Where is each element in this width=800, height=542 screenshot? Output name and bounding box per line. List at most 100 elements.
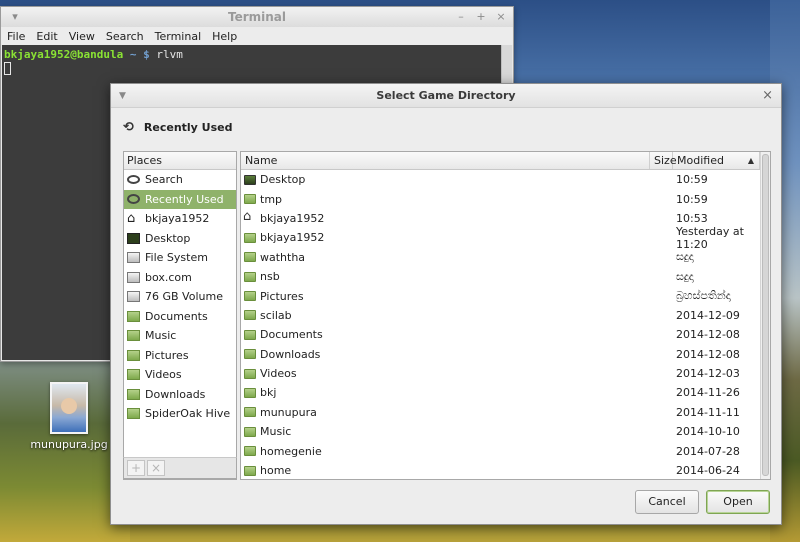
sidebar-item-music[interactable]: Music (124, 326, 236, 346)
menu-edit[interactable]: Edit (36, 30, 57, 43)
menu-view[interactable]: View (69, 30, 95, 43)
file-name-cell: Videos (241, 367, 672, 380)
sidebar-item-downloads[interactable]: Downloads (124, 385, 236, 405)
file-name: Videos (260, 367, 297, 381)
file-row[interactable]: bkj 2014-11-26 (241, 383, 770, 402)
file-row[interactable]: homegenie 2014-07-28 (241, 441, 770, 460)
file-name: tmp (260, 192, 283, 206)
scrollbar-thumb[interactable] (762, 154, 769, 476)
sidebar-item-label: SpiderOak Hive (145, 407, 231, 421)
sidebar-item-pictures[interactable]: Pictures (124, 346, 236, 366)
file-modified: 2014-06-24 (676, 464, 740, 478)
file-row[interactable]: waththa සදුදා (241, 248, 770, 267)
file-name-cell: Pictures (241, 290, 672, 303)
sidebar-item-desktop[interactable]: Desktop (124, 229, 236, 249)
sidebar-item-search[interactable]: Search (124, 170, 236, 190)
menu-file[interactable]: File (7, 30, 25, 43)
recent-icon (127, 194, 140, 205)
desktop-file-icon[interactable]: munupura.jpg (30, 380, 108, 451)
sidebar-item-documents[interactable]: Documents (124, 307, 236, 327)
file-name-cell: Desktop (241, 173, 672, 186)
file-row[interactable]: Pictures බ්‍රහස්පතින්දා (241, 286, 770, 305)
file-name-cell: bkj (241, 386, 672, 399)
drive-icon (127, 291, 140, 303)
terminal-command: rlvm (156, 48, 183, 61)
file-row[interactable]: bkjaya1952 Yesterday at 11:20 (241, 225, 770, 251)
file-name-cell: homegenie (241, 445, 672, 458)
close-icon[interactable]: × (762, 84, 773, 108)
file-modified: 2014-12-08 (676, 347, 740, 361)
column-size[interactable]: Size (650, 152, 677, 169)
downloads-folder-icon (127, 388, 140, 400)
file-name: Documents (260, 328, 323, 342)
pictures-folder-icon (127, 349, 140, 361)
sidebar-item-76-gb-volume[interactable]: 76 GB Volume (124, 287, 236, 307)
window-menu-icon[interactable]: ▾ (7, 7, 23, 27)
file-list: Name Size Modified ▲ Desktop 10:59 tmp 10:5… (240, 151, 771, 480)
file-row[interactable]: tmp 10:59 (241, 189, 770, 208)
file-row[interactable]: scilab 2014-12-09 (241, 306, 770, 325)
sidebar-item-label: Pictures (145, 348, 189, 362)
file-row[interactable]: munupura 2014-11-11 (241, 403, 770, 422)
file-name: Downloads (260, 347, 321, 361)
file-row[interactable]: Videos 2014-12-03 (241, 364, 770, 383)
window-menu-icon[interactable]: ▼ (119, 84, 126, 108)
column-modified-label: Modified (677, 154, 724, 167)
remove-bookmark-button[interactable]: × (147, 460, 165, 476)
file-name: bkjaya1952 (260, 231, 325, 245)
file-row[interactable]: nsb සදුදා (241, 267, 770, 286)
column-name[interactable]: Name (241, 152, 650, 169)
column-modified[interactable]: Modified ▲ (673, 152, 760, 169)
minimize-icon[interactable]: – (453, 7, 469, 27)
file-name-cell: waththa (241, 251, 672, 264)
sidebar-item-recently-used[interactable]: Recently Used (124, 189, 236, 209)
sidebar-item-label: Search (145, 173, 183, 187)
file-name-cell: Documents (241, 328, 672, 341)
folder-icon (127, 310, 140, 322)
sidebar-item-file-system[interactable]: File System (124, 248, 236, 268)
sidebar-item-label: Desktop (145, 231, 191, 245)
file-modified: 10:53 (676, 211, 708, 225)
menu-search[interactable]: Search (106, 30, 144, 43)
file-modified: 2014-11-11 (676, 405, 740, 419)
select-directory-dialog[interactable]: ▼ Select Game Directory × ⟲ Recently Use… (110, 83, 782, 525)
terminal-title: Terminal (227, 10, 287, 24)
downloads-folder-icon (244, 349, 256, 360)
sidebar-item-spideroak-hive[interactable]: SpiderOak Hive (124, 404, 236, 424)
sidebar-item-label: 76 GB Volume (145, 290, 223, 304)
sidebar-item-box-com[interactable]: box.com (124, 268, 236, 288)
file-name-cell: home (241, 464, 672, 477)
add-bookmark-button[interactable]: + (127, 460, 145, 476)
videos-folder-icon (127, 369, 140, 381)
sidebar-item-label: Videos (145, 368, 182, 382)
folder-icon (244, 194, 256, 205)
home-icon (243, 209, 256, 224)
sidebar-item-videos[interactable]: Videos (124, 365, 236, 385)
file-row[interactable]: home 2014-06-24 (241, 461, 770, 480)
places-header[interactable]: Places (124, 152, 236, 170)
pictures-folder-icon (244, 291, 256, 302)
file-name-cell: munupura (241, 406, 672, 419)
file-row[interactable]: Desktop 10:59 (241, 170, 770, 189)
cancel-button[interactable]: Cancel (635, 490, 699, 514)
dialog-titlebar[interactable]: ▼ Select Game Directory × (111, 84, 781, 108)
file-name: Pictures (260, 289, 304, 303)
sidebar-item-bkjaya1952[interactable]: ⌂ bkjaya1952 (124, 209, 236, 229)
file-modified: 2014-12-03 (676, 367, 740, 381)
file-list-scrollbar[interactable] (760, 152, 770, 479)
file-row[interactable]: Music 2014-10-10 (241, 422, 770, 441)
sidebar-item-label: Recently Used (145, 192, 224, 206)
file-row[interactable]: Documents 2014-12-08 (241, 325, 770, 344)
prompt-path: ~ $ (129, 48, 150, 61)
terminal-titlebar[interactable]: ▾ Terminal – + × (1, 7, 513, 27)
menu-help[interactable]: Help (212, 30, 237, 43)
sidebar-item-label: Downloads (145, 387, 206, 401)
close-icon[interactable]: × (493, 7, 509, 27)
maximize-icon[interactable]: + (473, 7, 489, 27)
file-row[interactable]: Downloads 2014-12-08 (241, 345, 770, 364)
open-button[interactable]: Open (706, 490, 770, 514)
folder-icon (244, 387, 256, 398)
videos-folder-icon (244, 368, 256, 379)
music-folder-icon (244, 426, 256, 437)
menu-terminal[interactable]: Terminal (155, 30, 202, 43)
